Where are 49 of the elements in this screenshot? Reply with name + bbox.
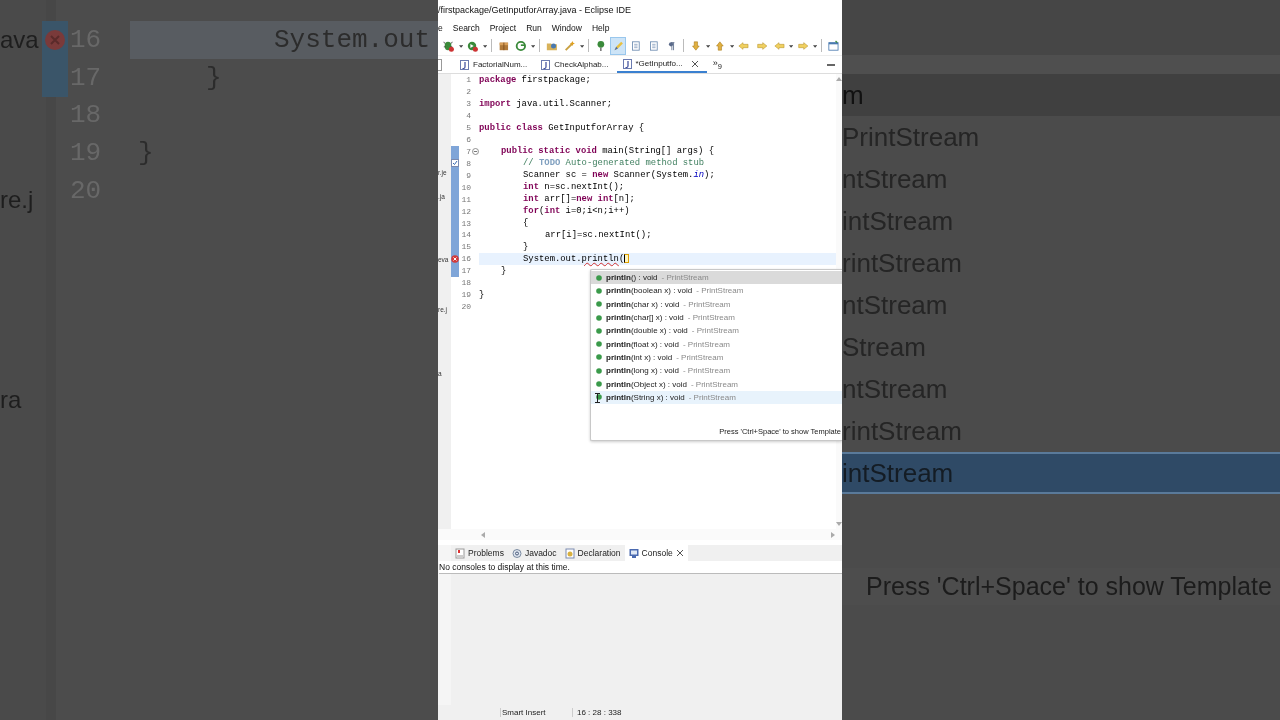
code-line: package firstpackage; <box>479 74 591 85</box>
code-line: } <box>479 289 485 300</box>
line-number: 18 <box>460 278 471 288</box>
tab-label: CheckAlphab... <box>554 60 609 69</box>
line-number: 1 <box>465 75 471 85</box>
line-number: 20 <box>460 301 471 311</box>
line-number: 5 <box>465 123 471 133</box>
line-number: 4 <box>465 111 471 121</box>
code-line: } <box>500 265 507 276</box>
line-number: 2 <box>465 87 471 97</box>
status-text: 16 : 28 : 338 <box>572 708 622 717</box>
code-line: public static void main(String[] args) { <box>500 146 715 157</box>
line-number: 17 <box>460 266 471 276</box>
tab-label: Problems <box>468 548 504 558</box>
code-line: arr[i]=sc.nextInt(); <box>544 229 652 240</box>
line-number: 6 <box>465 135 471 145</box>
code-line: int n=sc.nextInt(); <box>522 182 625 193</box>
line-number: 10 <box>460 182 471 192</box>
tab-label: Declaration <box>577 548 621 558</box>
code-line: } <box>522 241 529 252</box>
line-number: 8 <box>465 158 471 168</box>
code-line: System.out.println( <box>522 253 625 264</box>
tab-label: *GetInputfo... <box>635 59 683 68</box>
code-line: int arr[]=new int[n]; <box>522 194 635 205</box>
line-number: 3 <box>465 99 471 109</box>
line-number: 12 <box>460 206 471 216</box>
line-number: 19 <box>460 290 471 300</box>
code-line: for(int i=0;i<n;i++) <box>522 206 630 217</box>
code-text: } <box>205 62 222 93</box>
code-line: // TODO Auto-generated method stub <box>522 158 705 169</box>
console-message: No consoles to display at this time. <box>439 561 842 574</box>
line-number: 16 <box>460 254 471 264</box>
line-number: 13 <box>460 218 471 228</box>
code-line: import java.util.Scanner; <box>479 98 613 109</box>
completion-text-fragment: intStream <box>842 457 954 489</box>
tab-label: FactorialNum... <box>473 60 528 69</box>
line-number: 9 <box>465 170 471 180</box>
code-line: { <box>522 218 529 228</box>
line-number: 14 <box>460 230 471 240</box>
line-number: 15 <box>460 242 471 252</box>
line-number: 11 <box>460 194 471 204</box>
code-line: public class GetInputforArray { <box>479 122 645 133</box>
line-number: 7 <box>465 147 471 156</box>
tab-label: Console <box>641 548 673 558</box>
status-text: Smart Insert <box>500 708 572 717</box>
code-text: } <box>138 138 154 169</box>
code-line: Scanner sc = new Scanner(System.in); <box>522 170 715 181</box>
window-title: /firstpackage/GetInputforArray.java - Eclipse IDE <box>438 5 631 15</box>
tab-label: Javadoc <box>524 548 557 558</box>
